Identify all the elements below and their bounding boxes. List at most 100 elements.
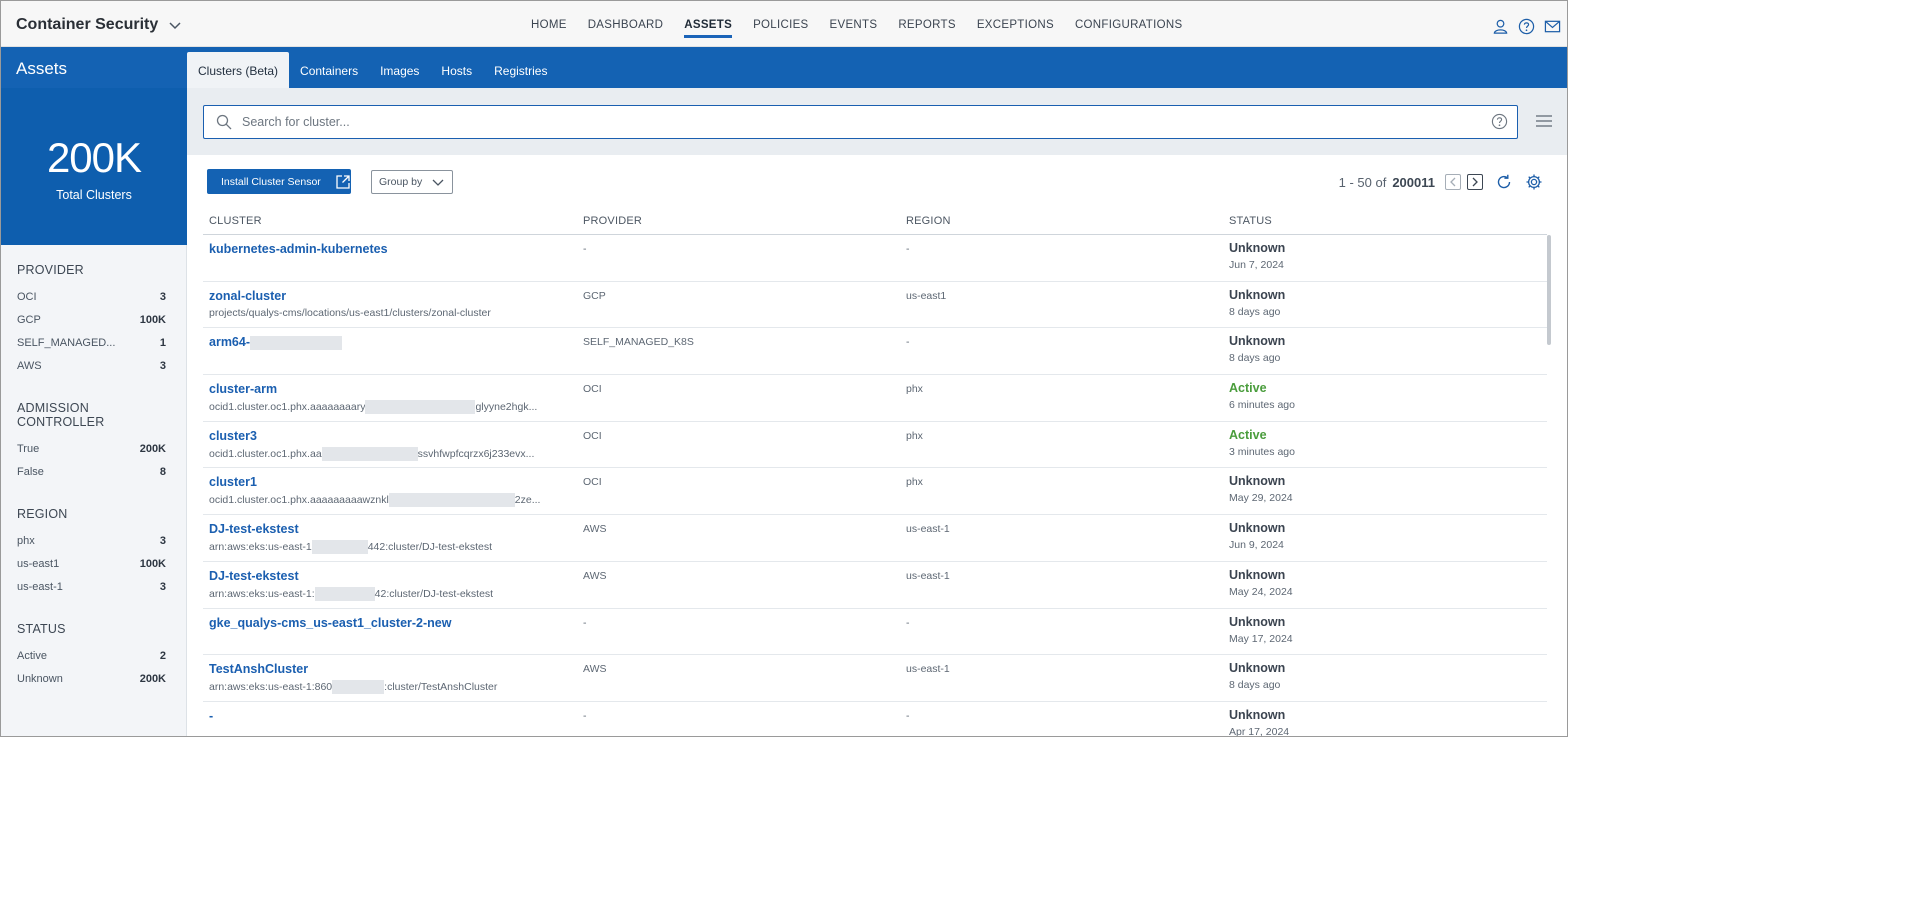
cluster-name-link[interactable]: cluster1: [209, 475, 257, 489]
table-row[interactable]: - - - Unknown Apr 17, 2024: [203, 702, 1547, 736]
provider-cell: AWS: [583, 569, 607, 582]
facet-item[interactable]: AWS 3: [17, 360, 166, 383]
previous-page-button[interactable]: [1445, 174, 1461, 190]
search-help-icon[interactable]: [1491, 113, 1508, 130]
facet-item-count: 100K: [139, 314, 166, 326]
tab-clusters-beta[interactable]: Clusters (Beta): [187, 52, 290, 88]
refresh-icon[interactable]: [1495, 173, 1513, 191]
group-by-dropdown[interactable]: Group by: [371, 170, 453, 194]
facet-item-label: phx: [17, 535, 35, 547]
cluster-name-link[interactable]: DJ-test-ekstest: [209, 569, 299, 583]
nav-exceptions[interactable]: EXCEPTIONS: [977, 1, 1054, 47]
region-cell: -: [906, 616, 910, 629]
table-row[interactable]: DJ-test-ekstest arn:aws:eks:us-east-1: 42:…: [203, 562, 1547, 609]
table-row[interactable]: gke_qualys-cms_us-east1_cluster-2-new - - U…: [203, 609, 1547, 656]
facet-item[interactable]: OCI 3: [17, 291, 166, 314]
hamburger-menu-icon[interactable]: [1535, 114, 1553, 128]
cluster-name: kubernetes-admin-kubernetes: [209, 242, 388, 256]
search-box[interactable]: [203, 105, 1518, 139]
facet-item[interactable]: False 8: [17, 466, 166, 489]
facet-item[interactable]: Active 2: [17, 650, 166, 673]
section-title: Assets: [16, 59, 68, 78]
table-row[interactable]: cluster-arm ocid1.cluster.oc1.phx.aaaaaaa…: [203, 375, 1547, 422]
cluster-name-link[interactable]: cluster3: [209, 429, 257, 443]
table-row[interactable]: kubernetes-admin-kubernetes - - Unknown Jun …: [203, 235, 1547, 282]
cluster-name-link[interactable]: zonal-cluster: [209, 289, 286, 303]
facet-item[interactable]: us-east1 100K: [17, 558, 166, 581]
column-header-provider[interactable]: PROVIDER: [583, 215, 642, 227]
table-row[interactable]: zonal-cluster projects/qualys-cms/locatio…: [203, 282, 1547, 329]
cluster-identifier-part: arn:aws:eks:us-east-1: [209, 540, 312, 553]
status-cell: Unknown: [1229, 241, 1286, 255]
redacted-block: [388, 493, 515, 508]
nav-events[interactable]: EVENTS: [830, 1, 878, 47]
facet-item[interactable]: True 200K: [17, 443, 166, 466]
cluster-name: -: [209, 708, 214, 723]
total-clusters-count: 200K: [46, 134, 142, 181]
total-clusters-label: Total Clusters: [56, 188, 132, 202]
cluster-name: cluster3: [209, 428, 257, 443]
cluster-identifier-part: :cluster/TestAnshCluster: [384, 680, 498, 693]
nav-assets[interactable]: ASSETS: [684, 1, 732, 47]
mail-icon[interactable]: [1544, 18, 1561, 35]
column-header-status[interactable]: STATUS: [1229, 215, 1272, 227]
facet-item-count: 2: [159, 650, 166, 662]
total-clusters-card: 200K Total Clusters: [1, 88, 187, 245]
nav-configurations[interactable]: CONFIGURATIONS: [1075, 1, 1183, 47]
tab-containers[interactable]: Containers: [289, 52, 369, 88]
cluster-name-link[interactable]: gke_qualys-cms_us-east1_cluster-2-new: [209, 616, 451, 630]
cluster-name: cluster-arm: [209, 382, 278, 397]
cluster-identifier-part: 42:cluster/DJ-test-ekstest: [374, 587, 494, 600]
table-scrollbar[interactable]: [1547, 235, 1551, 345]
help-icon[interactable]: [1518, 18, 1535, 35]
app-switcher[interactable]: Container Security: [16, 16, 182, 34]
cluster-name-link[interactable]: cluster-arm: [209, 382, 277, 396]
nav-reports[interactable]: REPORTS: [898, 1, 955, 47]
cluster-name-link[interactable]: -: [209, 709, 213, 723]
tab-images[interactable]: Images: [369, 52, 430, 88]
settings-gear-icon[interactable]: [1525, 173, 1543, 191]
cluster-name-link[interactable]: arm64-: [209, 335, 342, 351]
facet-item[interactable]: GCP 100K: [17, 314, 166, 337]
group-by-label: Group by: [379, 176, 423, 188]
status-cell: Unknown: [1229, 334, 1286, 349]
cluster-name: DJ-test-ekstest: [209, 522, 299, 537]
facet-item[interactable]: us-east-1 3: [17, 581, 166, 604]
cluster-name-link[interactable]: DJ-test-ekstest: [209, 522, 299, 536]
facet-item[interactable]: phx 3: [17, 535, 166, 558]
facet-item-count: 8: [159, 466, 166, 478]
facet-item-label: GCP: [17, 314, 41, 326]
search-input[interactable]: [242, 112, 1462, 132]
table-row[interactable]: cluster3 ocid1.cluster.oc1.phx.aa ssvhfwpf…: [203, 422, 1547, 469]
table-row[interactable]: cluster1 ocid1.cluster.oc1.phx.aaaaaaaaaw…: [203, 468, 1547, 516]
column-header-cluster[interactable]: CLUSTER: [209, 215, 262, 227]
region-cell: us-east1: [906, 289, 947, 302]
cluster-name-link[interactable]: kubernetes-admin-kubernetes: [209, 242, 388, 256]
next-page-button[interactable]: [1467, 174, 1483, 190]
tab-registries[interactable]: Registries: [483, 52, 558, 88]
status-cell: Unknown: [1229, 474, 1286, 489]
facet-item-count: 3: [159, 535, 166, 547]
user-icon[interactable]: [1492, 18, 1509, 35]
table-row[interactable]: arm64- SELF_MANAGED_K8S - Unknown 8 days ago: [203, 328, 1547, 376]
cluster-identifier-part: glyyne2hgk...: [475, 400, 538, 413]
nav-dashboard[interactable]: DASHBOARD: [588, 1, 664, 47]
tab-hosts[interactable]: Hosts: [430, 52, 483, 88]
facet-item-count: 100K: [139, 558, 166, 570]
table-row[interactable]: TestAnshCluster arn:aws:eks:us-east-1:860…: [203, 655, 1547, 702]
install-cluster-sensor-button[interactable]: Install Cluster Sensor: [207, 169, 351, 194]
nav-home[interactable]: HOME: [531, 1, 567, 47]
search-area: [187, 88, 1567, 155]
table-row[interactable]: DJ-test-ekstest arn:aws:eks:us-east-1 442:…: [203, 515, 1547, 562]
status-cell: Unknown: [1229, 707, 1286, 722]
provider-cell: AWS: [583, 663, 607, 676]
chevron-left-icon: [1450, 177, 1456, 187]
cluster-identifier-part: ocid1.cluster.oc1.phx.aa: [209, 447, 322, 460]
assets-header-band: Assets Clusters (Beta) Containers Images Ho…: [1, 47, 1567, 88]
column-header-region[interactable]: REGION: [906, 215, 951, 227]
status-cell: Active: [1229, 381, 1267, 396]
facet-item[interactable]: Unknown 200K: [17, 673, 166, 696]
cluster-name-link[interactable]: TestAnshCluster: [209, 662, 308, 676]
facet-item[interactable]: SELF_MANAGED... 1: [17, 337, 166, 360]
nav-policies[interactable]: POLICIES: [753, 1, 808, 47]
